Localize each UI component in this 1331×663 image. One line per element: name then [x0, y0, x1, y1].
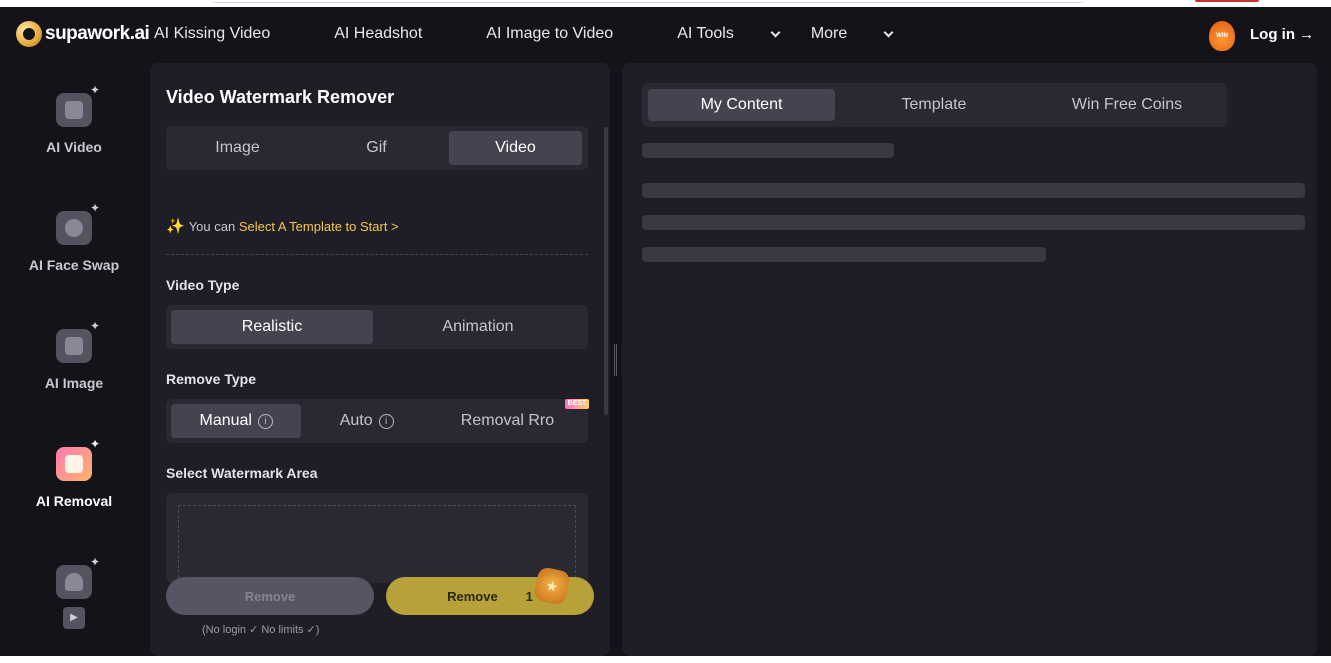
watermark-area-label: Select Watermark Area: [166, 465, 318, 481]
no-login-note: (No login ✓ No limits ✓): [202, 624, 320, 636]
tab-video[interactable]: Video: [449, 131, 582, 165]
chevron-down-icon: [770, 27, 781, 37]
option-label: Manual: [199, 412, 252, 429]
avatar-video-icon: ✦: [56, 555, 100, 599]
nav-links: AI Kissing Video AI Headshot AI Image to…: [154, 25, 924, 43]
sidebar-item-ai-video[interactable]: ✦ AI Video: [0, 83, 148, 155]
nav-link-label: AI Kissing Video: [154, 25, 271, 42]
resize-handle[interactable]: [614, 344, 617, 376]
nav-link-label: AI Headshot: [334, 25, 423, 42]
video-icon: ✦: [56, 83, 100, 127]
option-removal-pro[interactable]: Removal Rro: [432, 404, 583, 438]
video-type-label: Video Type: [166, 277, 240, 293]
sparkle-icon: ✦: [89, 319, 100, 333]
sidebar-item-ai-face-swap[interactable]: ✦ AI Face Swap: [0, 201, 148, 273]
top-navbar: supawork.ai AI Kissing Video AI Headshot…: [0, 7, 1331, 63]
logo-icon: [16, 21, 42, 47]
tab-template[interactable]: Template: [835, 89, 1033, 121]
video-type-toggle: Realistic Animation: [166, 305, 588, 349]
select-template-link[interactable]: Select A Template to Start >: [239, 219, 399, 234]
chevron-down-icon: [883, 27, 894, 37]
nav-dropdown-ai-tools[interactable]: AI Tools: [677, 25, 781, 43]
browser-top-strip: [0, 0, 1331, 7]
sparkle-icon: ✦: [89, 201, 100, 215]
loading-skeleton: [642, 247, 1046, 262]
watermark-area-selector[interactable]: [166, 493, 588, 583]
sidebar-item-label: AI Removal: [35, 493, 113, 509]
nav-link-ai-kissing-video[interactable]: AI Kissing Video: [154, 25, 302, 43]
play-icon: ▶: [63, 607, 85, 629]
divider: [166, 254, 588, 255]
nav-link-ai-image-to-video[interactable]: AI Image to Video: [486, 25, 645, 43]
sparkle-icon: ✦: [89, 555, 100, 569]
loading-skeleton: [642, 215, 1305, 230]
info-icon[interactable]: i: [378, 413, 394, 429]
best-badge: BEST: [565, 399, 589, 409]
sparkle-icon: ✦: [89, 437, 100, 451]
option-animation[interactable]: Animation: [373, 310, 583, 344]
logo-text: supawork.ai: [45, 23, 150, 44]
face-swap-icon: ✦: [56, 201, 100, 245]
template-tip: ✨ You can Select A Template to Start >: [166, 217, 399, 235]
remove-paid-label: Remove: [447, 588, 498, 604]
content-tabs: My Content Template Win Free Coins: [642, 83, 1227, 127]
tool-sidebar: ✦ AI Video ✦ AI Face Swap ✦ AI Image ✦ A…: [0, 63, 148, 663]
sparkle-icon: ✦: [89, 83, 100, 97]
image-icon: ✦: [56, 319, 100, 363]
login-button[interactable]: Log in →: [1250, 26, 1314, 43]
tab-win-free-coins[interactable]: Win Free Coins: [1033, 89, 1221, 121]
nav-link-label: More: [810, 25, 848, 42]
loading-skeleton: [642, 143, 894, 158]
option-manual[interactable]: Manual i: [171, 404, 302, 438]
remove-type-label: Remove Type: [166, 371, 256, 387]
panel-scrollbar[interactable]: [604, 127, 608, 415]
browser-bottom-strip: [0, 656, 1331, 663]
option-auto[interactable]: Auto i: [301, 404, 431, 438]
nav-dropdown-more[interactable]: More: [810, 25, 894, 43]
brand-logo[interactable]: supawork.ai: [16, 19, 150, 49]
nav-link-label: AI Tools: [677, 25, 734, 42]
remove-cost: 1: [525, 588, 533, 604]
sidebar-item-ai-removal[interactable]: ✦ AI Removal: [0, 437, 148, 509]
media-type-tabs: Image Gif Video: [166, 126, 588, 170]
option-label: Auto: [339, 412, 373, 429]
tip-prefix: You can: [188, 219, 239, 234]
browser-red-marker: [1195, 0, 1259, 2]
page-title: Video Watermark Remover: [166, 87, 395, 107]
nav-link-ai-headshot[interactable]: AI Headshot: [334, 25, 454, 43]
nav-link-label: AI Image to Video: [486, 25, 614, 42]
tab-gif[interactable]: Gif: [304, 131, 449, 165]
sidebar-item-label: AI Video: [46, 139, 102, 155]
remove-type-toggle: Manual i Auto i Removal Rro: [166, 399, 588, 443]
sidebar-item-ai-image[interactable]: ✦ AI Image: [0, 319, 148, 391]
tab-my-content[interactable]: My Content: [648, 89, 835, 121]
info-icon[interactable]: i: [257, 413, 273, 429]
remove-free-button[interactable]: Remove: [166, 577, 374, 615]
win-badge-text: WIN: [1216, 33, 1228, 39]
sidebar-item-label: AI Face Swap: [28, 257, 120, 273]
tool-panel: Video Watermark Remover Image Gif Video …: [150, 63, 610, 656]
win-coin-icon[interactable]: WIN: [1209, 21, 1235, 51]
tab-image[interactable]: Image: [171, 131, 304, 165]
sidebar-item-label: AI Image: [44, 375, 104, 391]
browser-address-edge: [212, 0, 1084, 3]
eraser-icon: ✦: [56, 437, 100, 481]
content-panel: My Content Template Win Free Coins: [622, 63, 1317, 656]
loading-skeleton: [642, 183, 1305, 198]
sidebar-item-avatar-video[interactable]: ✦ ▶: [0, 555, 148, 629]
option-realistic[interactable]: Realistic: [171, 310, 373, 344]
sparkle-icon: ✨: [166, 218, 185, 235]
